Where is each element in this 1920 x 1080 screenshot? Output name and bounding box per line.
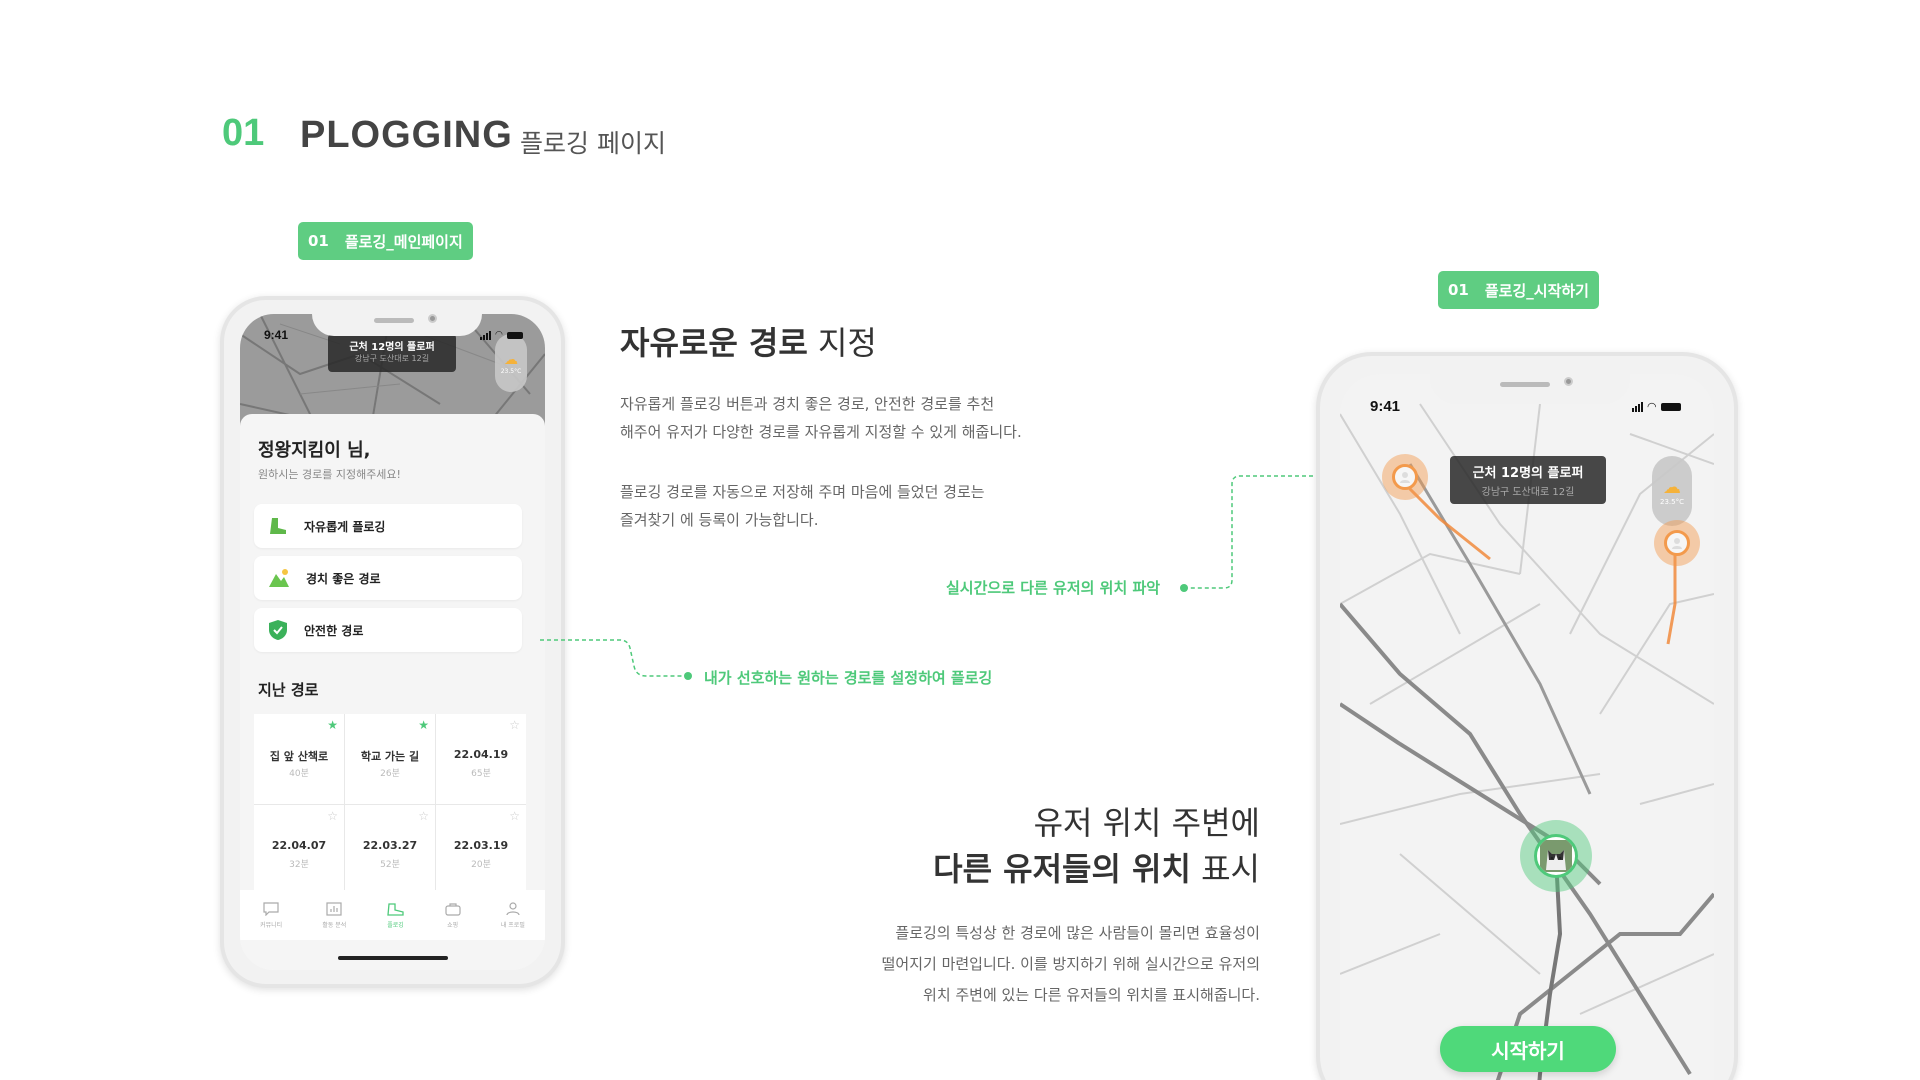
- heading-rest: 표시: [1190, 850, 1260, 888]
- user-location-heading: 유저 위치 주변에 다른 유저들의 위치 표시: [933, 800, 1260, 892]
- nearby-plogger-callout: 근처 12명의 플로퍼 강남구 도산대로 12길: [1450, 456, 1606, 504]
- paragraph-line: 떨어지기 마련입니다. 이를 방지하기 위해 실시간으로 유저의: [881, 955, 1260, 973]
- callout-subtitle: 강남구 도산대로 12길: [1481, 487, 1575, 498]
- heading-bold: 다른 유저들의 위치: [933, 850, 1191, 888]
- annotation-preferred-route: 내가 선호하는 원하는 경로를 설정하여 플로깅: [704, 669, 993, 687]
- user-avatar-icon: [1672, 538, 1682, 549]
- start-button[interactable]: 시작하기: [1440, 1026, 1616, 1072]
- cat-avatar-icon: [1540, 840, 1572, 872]
- wifi-icon: ◠: [1647, 400, 1657, 413]
- paragraph-line: 플로깅의 특성상 한 경로에 많은 사람들이 몰리면 효율성이: [895, 924, 1260, 942]
- annotation-realtime: 실시간으로 다른 유저의 위치 파악: [946, 579, 1161, 597]
- callout-title: 근처 12명의 플로퍼: [1472, 466, 1584, 481]
- weather-badge[interactable]: ☁ 23.5°C: [1652, 456, 1692, 526]
- heading-line-1: 유저 위치 주변에: [1033, 804, 1260, 842]
- status-icons: ◠: [1632, 400, 1681, 413]
- other-user-marker[interactable]: [1654, 520, 1700, 566]
- heading-line-2: 다른 유저들의 위치 표시: [933, 846, 1260, 892]
- weather-icon: ☁: [1663, 476, 1681, 498]
- camera: [1564, 377, 1573, 386]
- user-location-paragraph: 플로깅의 특성상 한 경로에 많은 사람들이 몰리면 효율성이 떨어지기 마련입…: [882, 918, 1260, 1011]
- phone-screen: 9:41 ◠ 근처 12명의 플로퍼 강남구 도산대로 12길 ☁ 23.5°C: [1340, 374, 1714, 1080]
- user-avatar-icon: [1400, 472, 1410, 483]
- weather-temp: 23.5°C: [1660, 497, 1684, 506]
- phone-start-page: 9:41 ◠ 근처 12명의 플로퍼 강남구 도산대로 12길 ☁ 23.5°C: [1316, 352, 1738, 1080]
- battery-icon: [1660, 402, 1681, 411]
- paragraph-line: 위치 주변에 있는 다른 유저들의 위치를 표시해줍니다.: [923, 986, 1260, 1004]
- speaker: [1500, 382, 1550, 387]
- signal-icon: [1632, 401, 1643, 412]
- status-time: 9:41: [1370, 398, 1401, 415]
- phone-notch: [1430, 372, 1630, 404]
- other-user-marker[interactable]: [1382, 454, 1428, 500]
- my-location-marker[interactable]: [1520, 820, 1592, 892]
